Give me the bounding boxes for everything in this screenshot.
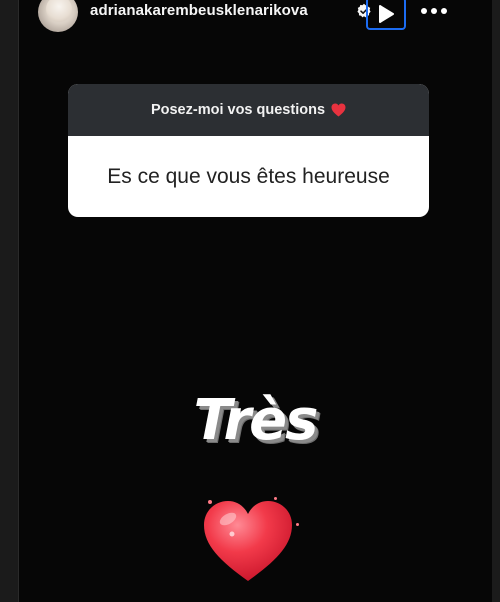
question-sticker[interactable]: Posez-moi vos questions Es ce que vous ê… xyxy=(68,84,429,217)
story-viewer: adrianakarembeusklenarikova Posez-moi vo… xyxy=(0,0,500,602)
more-options-button[interactable] xyxy=(418,0,450,22)
story-edge xyxy=(18,0,19,602)
red-heart-icon xyxy=(331,103,346,117)
question-text: Es ce que vous êtes heureuse xyxy=(107,164,390,188)
avatar[interactable] xyxy=(38,0,78,32)
play-icon xyxy=(379,4,394,23)
sparkle-dot xyxy=(274,497,277,500)
question-prompt: Posez-moi vos questions xyxy=(150,102,326,118)
avatar-photo xyxy=(46,0,72,22)
story-header: adrianakarembeusklenarikova xyxy=(18,0,492,34)
story-canvas[interactable]: adrianakarembeusklenarikova Posez-moi vo… xyxy=(18,0,492,602)
red-heart-icon xyxy=(204,501,292,581)
sparkle-dot xyxy=(296,523,299,526)
more-dots-icon xyxy=(421,8,447,14)
answer-text: Très xyxy=(193,388,319,453)
play-button[interactable] xyxy=(366,0,406,30)
question-sticker-header: Posez-moi vos questions xyxy=(68,84,429,136)
username[interactable]: adrianakarembeusklenarikova xyxy=(90,2,308,19)
sparkle-dot xyxy=(208,500,212,504)
